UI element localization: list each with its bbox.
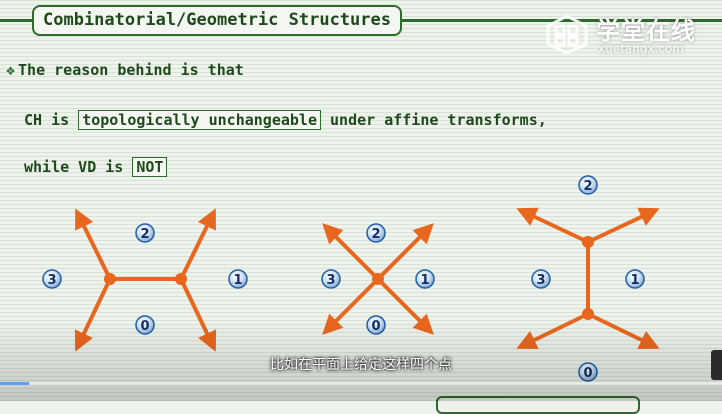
site-label-2: 2 xyxy=(366,223,386,243)
site-label-1: 1 xyxy=(228,269,248,289)
xuetangx-logo-icon xyxy=(546,14,588,55)
ch-prefix-text: CH is xyxy=(24,111,79,129)
bullet-diamond-icon: ❖ xyxy=(6,61,16,79)
svg-text:2: 2 xyxy=(371,227,380,242)
voronoi-vertex xyxy=(582,236,594,248)
voronoi-ray xyxy=(516,207,589,244)
site-label-2: 2 xyxy=(135,223,155,243)
voronoi-vertex xyxy=(582,308,594,320)
voronoi-vertex xyxy=(372,273,384,285)
xuetangx-watermark: 学堂在线 xuetangx.com xyxy=(540,11,710,57)
progress-bar-fill xyxy=(0,382,29,385)
reason-text: The reason behind is that xyxy=(18,61,244,79)
voronoi-ray xyxy=(179,208,216,280)
vd-line: while VD is NOT xyxy=(24,157,168,177)
site-label-3: 3 xyxy=(321,269,341,289)
voronoi-vertex xyxy=(104,273,116,285)
player-side-control[interactable] xyxy=(711,350,722,380)
watermark-chinese-text: 学堂在线 xyxy=(596,17,696,45)
svg-text:1: 1 xyxy=(233,273,242,288)
video-subtitle: 比如在平面上给定这样四个点 xyxy=(270,357,452,373)
svg-text:1: 1 xyxy=(630,273,639,288)
svg-text:2: 2 xyxy=(140,227,149,242)
svg-text:1: 1 xyxy=(420,273,429,288)
site-label-2: 2 xyxy=(578,175,598,195)
voronoi-vertex xyxy=(175,273,187,285)
svg-text:3: 3 xyxy=(47,273,56,288)
svg-text:3: 3 xyxy=(536,273,545,288)
ch-suffix-text: under affine transforms, xyxy=(321,111,547,129)
vd-prefix-text: while VD is xyxy=(24,158,133,176)
svg-text:3: 3 xyxy=(326,273,335,288)
site-label-1: 1 xyxy=(415,269,435,289)
svg-text:2: 2 xyxy=(583,179,592,194)
watermark-url-text: xuetangx.com xyxy=(598,42,684,56)
vd-boxed-text: NOT xyxy=(132,157,168,177)
progress-bar[interactable] xyxy=(0,382,722,385)
site-label-1: 1 xyxy=(625,269,645,289)
ch-line: CH is topologically unchangeable under a… xyxy=(24,110,547,130)
site-label-3: 3 xyxy=(531,269,551,289)
voronoi-ray xyxy=(587,207,660,244)
voronoi-ray xyxy=(75,208,112,280)
slide-title: Combinatorial/Geometric Structures xyxy=(32,5,402,36)
site-label-3: 3 xyxy=(42,269,62,289)
bullet-line: ❖ The reason behind is that xyxy=(6,61,244,79)
ch-boxed-text: topologically unchangeable xyxy=(78,110,321,130)
